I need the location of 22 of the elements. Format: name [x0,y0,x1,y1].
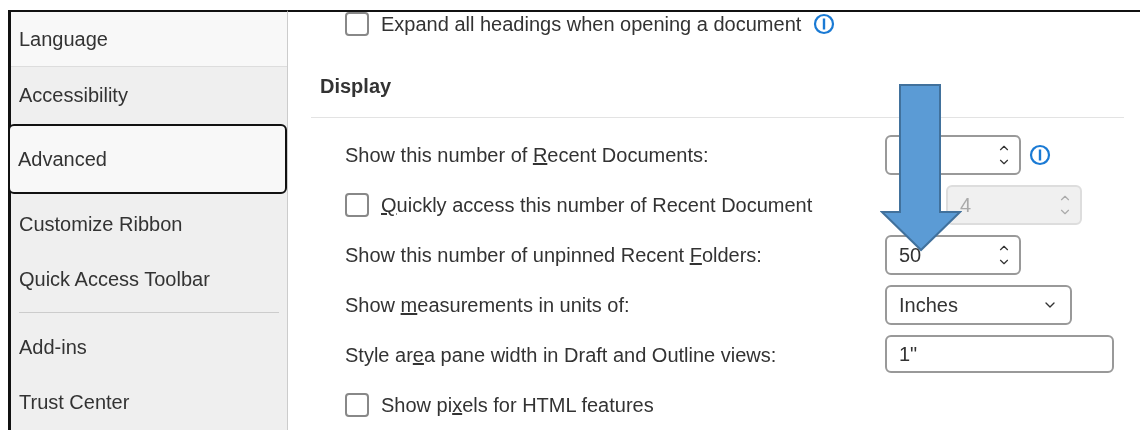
option-label: Expand all headings when opening a document [381,12,802,37]
option-label: Show this number of unpinned Recent Folders: [345,243,762,268]
sidebar-item[interactable]: Accessibility [11,67,287,122]
option-label: Style area pane width in Draft and Outline views: [345,343,777,368]
checkbox[interactable] [345,393,369,417]
width-field[interactable]: 1" [885,335,1114,373]
option-label: Show this number of Recent Documents: [345,143,709,168]
checkbox[interactable] [345,12,369,36]
sidebar-item[interactable]: Customize Ribbon [11,196,287,251]
info-icon[interactable] [1029,144,1051,166]
section-heading: Display [320,74,392,99]
option-label: Show pixels for HTML features [381,393,654,418]
units-dropdown[interactable]: Inches [885,285,1072,325]
info-icon[interactable] [813,13,836,35]
sidebar-item[interactable]: Advanced [8,124,287,194]
option-label: Quickly access this number of Recent Document [381,193,813,218]
number-spinner[interactable]: 50 [885,235,1021,275]
sidebar-item[interactable]: Language [11,12,287,67]
sidebar-item[interactable]: Trust Center [11,374,287,429]
sidebar-item[interactable]: Quick Access Toolbar [11,251,287,306]
sidebar-item[interactable]: Add-ins [11,319,287,374]
option-label: Show measurements in units of: [345,293,630,318]
